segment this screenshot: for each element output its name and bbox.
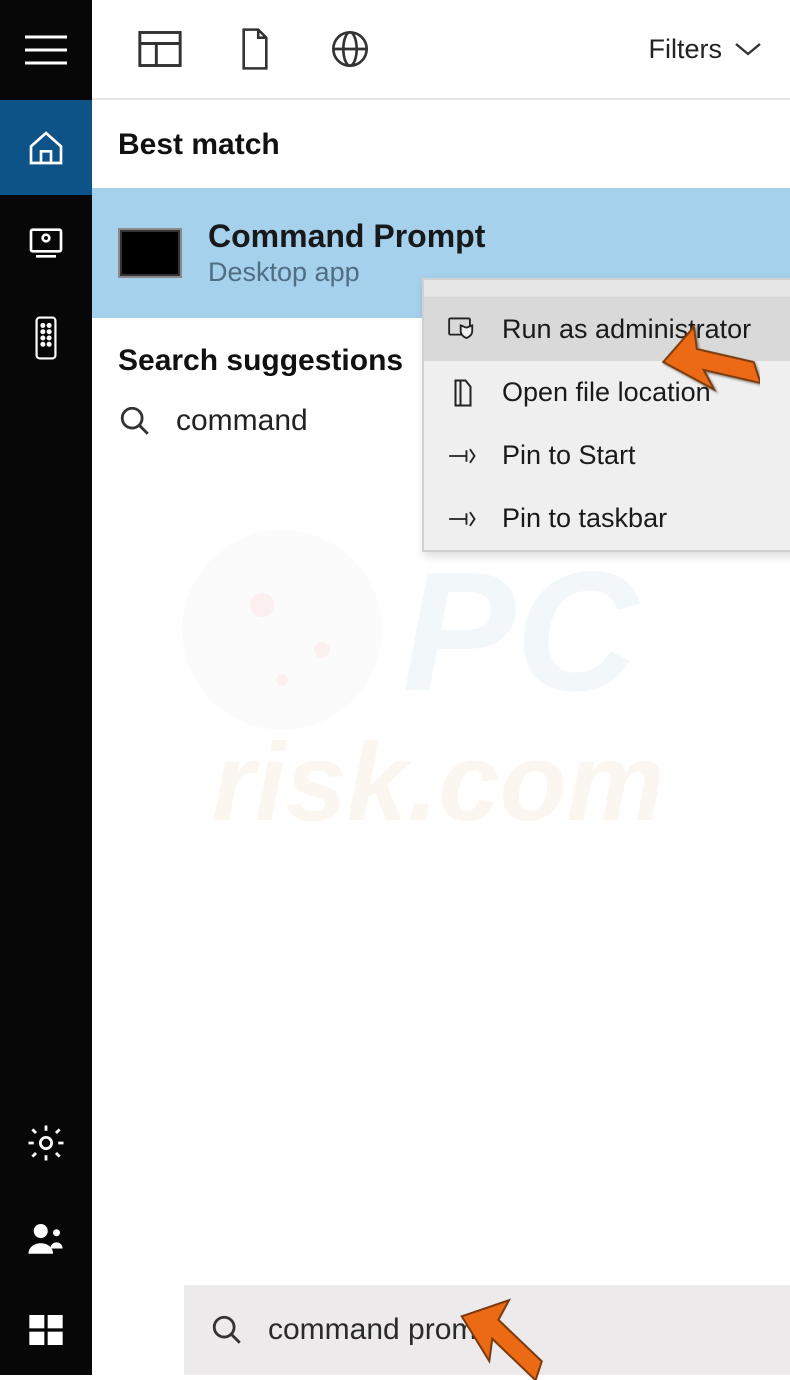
filters-dropdown[interactable]: Filters [649,34,790,65]
apps-icon [138,30,182,68]
start-button[interactable] [0,1285,92,1375]
hamburger-icon [25,35,67,65]
gear-icon [25,1122,67,1164]
context-pin-to-start[interactable]: Pin to Start [424,424,790,487]
sidebar-account[interactable] [0,1190,92,1285]
search-input[interactable] [268,1313,768,1347]
watermark: PC risk.com [172,520,790,840]
hamburger-menu-button[interactable] [0,0,92,100]
best-match-heading: Best match [92,100,790,162]
context-menu: Run as administrator Open file location … [422,278,790,552]
command-prompt-thumbnail [118,228,182,278]
filters-label: Filters [649,34,723,65]
best-match-title: Command Prompt [208,218,485,255]
suggestion-text: command [176,404,308,438]
sidebar-monitor[interactable] [0,195,92,290]
folder-open-icon [446,378,480,408]
pin-icon [446,443,480,469]
context-item-label: Pin to Start [502,440,636,471]
pin-taskbar-icon [446,506,480,532]
search-bar[interactable] [184,1285,790,1375]
context-pin-to-taskbar[interactable]: Pin to taskbar [424,487,790,550]
context-menu-header [424,280,790,298]
home-icon [26,128,66,168]
shield-monitor-icon [446,317,480,343]
svg-text:risk.com: risk.com [212,721,664,840]
svg-text:PC: PC [402,537,640,727]
filter-web[interactable] [302,0,397,99]
filter-apps[interactable] [112,0,207,99]
context-item-label: Pin to taskbar [502,503,667,534]
search-icon [118,404,152,438]
windows-start-icon [26,1310,66,1350]
sidebar-remote[interactable] [0,290,92,385]
sidebar-settings[interactable] [0,1095,92,1190]
remote-icon [32,316,60,360]
context-item-label: Run as administrator [502,314,751,345]
search-icon [210,1313,244,1347]
context-item-label: Open file location [502,377,711,408]
chevron-down-icon [734,41,762,57]
globe-icon [330,29,370,69]
sidebar [0,0,92,1375]
context-open-file-location[interactable]: Open file location [424,361,790,424]
search-results-panel: PC risk.com Filters Best match [92,0,790,1375]
user-icon [25,1217,67,1259]
filter-toolbar: Filters [92,0,790,100]
context-run-as-admin[interactable]: Run as administrator [424,298,790,361]
monitor-icon [26,223,66,263]
filter-documents[interactable] [207,0,302,99]
sidebar-home[interactable] [0,100,92,195]
document-icon [238,28,272,70]
